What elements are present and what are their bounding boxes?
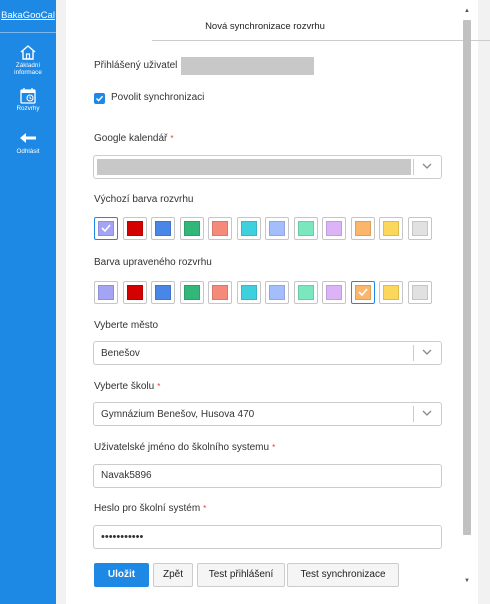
user-redacted bbox=[181, 57, 314, 75]
school-value: Gymnázium Benešov, Husova 470 bbox=[101, 409, 255, 420]
color-swatch-fill bbox=[98, 285, 114, 300]
username-label: Uživatelské jméno do školního systemu * bbox=[94, 442, 276, 453]
google-calendar-label: Google kalendář * bbox=[94, 133, 174, 144]
color-swatch[interactable] bbox=[236, 281, 261, 304]
color-swatch-fill bbox=[297, 285, 314, 300]
calendar-icon bbox=[20, 88, 36, 104]
sidebar-item-label: Odhlásit bbox=[16, 148, 40, 155]
enable-sync-label: Povolit synchronizaci bbox=[111, 92, 205, 103]
sidebar-item-schedules[interactable]: Rozvrhy bbox=[0, 87, 56, 112]
color-swatch-fill bbox=[383, 221, 399, 236]
modified-color-label: Barva upraveného rozvrhu bbox=[94, 257, 212, 268]
sidebar-item-basic-info[interactable]: Základní informace bbox=[0, 44, 56, 76]
color-swatch-fill bbox=[269, 285, 285, 300]
page-title: Nová synchronizace rozvrhu bbox=[205, 21, 325, 32]
color-swatch-fill bbox=[411, 285, 428, 300]
color-swatch-fill bbox=[354, 221, 371, 236]
color-swatch[interactable] bbox=[407, 217, 432, 240]
color-swatch[interactable] bbox=[379, 217, 403, 240]
arrow-left-icon bbox=[20, 133, 36, 143]
color-swatch-fill bbox=[126, 285, 143, 300]
color-swatch[interactable] bbox=[293, 281, 318, 304]
color-swatch-fill bbox=[155, 285, 171, 300]
color-swatch-fill bbox=[297, 221, 314, 236]
sidebar-item-logout[interactable]: Odhlásit bbox=[0, 131, 56, 155]
scroll-down-arrow-icon[interactable]: ▼ bbox=[464, 578, 470, 584]
scroll-up-arrow-icon[interactable]: ▲ bbox=[464, 8, 470, 14]
check-icon bbox=[101, 224, 111, 233]
test-login-button[interactable]: Test přihlášení bbox=[197, 563, 285, 587]
sidebar-item-label: Rozvrhy bbox=[16, 105, 40, 112]
color-swatch-fill bbox=[126, 221, 143, 236]
color-swatch[interactable] bbox=[293, 217, 318, 240]
password-input[interactable]: ••••••••••• bbox=[93, 525, 442, 549]
color-swatch-fill bbox=[183, 221, 200, 236]
color-swatch-fill bbox=[212, 221, 228, 236]
color-swatch-fill bbox=[183, 285, 200, 300]
chevron-down-icon bbox=[422, 410, 432, 416]
sidebar: BakaGooCal Základní informace Rozvrhy Od… bbox=[0, 0, 56, 604]
check-icon bbox=[357, 288, 368, 297]
check-icon bbox=[95, 95, 104, 102]
city-select[interactable]: Benešov bbox=[93, 341, 442, 365]
color-swatch-fill bbox=[212, 285, 228, 300]
color-swatch-fill bbox=[240, 221, 257, 236]
default-color-label: Výchozí barva rozvrhu bbox=[94, 194, 194, 205]
sidebar-divider bbox=[0, 32, 56, 33]
select-separator bbox=[413, 406, 414, 422]
color-swatch[interactable] bbox=[350, 281, 375, 304]
google-calendar-select[interactable] bbox=[93, 155, 442, 179]
color-swatch[interactable] bbox=[208, 217, 232, 240]
color-swatch[interactable] bbox=[151, 281, 175, 304]
school-select[interactable]: Gymnázium Benešov, Husova 470 bbox=[93, 402, 442, 426]
color-swatch[interactable] bbox=[179, 217, 204, 240]
scrollbar[interactable]: ▲ ▼ bbox=[462, 8, 472, 588]
color-swatch[interactable] bbox=[94, 217, 118, 240]
sidebar-item-label: Základní informace bbox=[14, 62, 42, 76]
color-swatch-fill bbox=[240, 285, 257, 300]
color-swatch[interactable] bbox=[151, 217, 175, 240]
test-sync-button[interactable]: Test synchronizace bbox=[287, 563, 399, 587]
password-label: Heslo pro školní systém * bbox=[94, 503, 207, 514]
home-icon bbox=[20, 45, 36, 60]
select-separator bbox=[413, 159, 414, 175]
color-swatch[interactable] bbox=[379, 281, 403, 304]
color-swatch[interactable] bbox=[350, 217, 375, 240]
color-swatch-fill bbox=[269, 221, 285, 236]
city-label: Vyberte město bbox=[94, 320, 159, 331]
color-swatch[interactable] bbox=[94, 281, 118, 304]
save-button[interactable]: Uložit bbox=[94, 563, 149, 587]
color-swatch[interactable] bbox=[322, 217, 346, 240]
scrollbar-thumb[interactable] bbox=[463, 20, 471, 535]
form-card: Nová synchronizace rozvrhu Přihlášený už… bbox=[66, 0, 490, 604]
school-label: Vyberte školu * bbox=[94, 381, 161, 392]
color-swatch-fill bbox=[411, 221, 428, 236]
google-calendar-redacted bbox=[97, 159, 411, 175]
color-swatch-fill bbox=[326, 221, 342, 236]
chevron-down-icon bbox=[422, 163, 432, 169]
title-divider bbox=[152, 40, 490, 41]
username-input[interactable]: Navak5896 bbox=[93, 464, 442, 488]
color-swatch[interactable] bbox=[236, 217, 261, 240]
chevron-down-icon bbox=[422, 349, 432, 355]
color-swatch[interactable] bbox=[122, 281, 147, 304]
city-value: Benešov bbox=[101, 348, 140, 359]
color-swatch-fill bbox=[383, 285, 399, 300]
back-button[interactable]: Zpět bbox=[153, 563, 193, 587]
color-swatch-fill bbox=[326, 285, 342, 300]
color-swatch[interactable] bbox=[179, 281, 204, 304]
color-swatch[interactable] bbox=[122, 217, 147, 240]
select-separator bbox=[413, 345, 414, 361]
brand-link[interactable]: BakaGooCal bbox=[0, 10, 56, 21]
user-label: Přihlášený uživatel bbox=[94, 60, 178, 71]
color-swatch[interactable] bbox=[208, 281, 232, 304]
color-swatch[interactable] bbox=[265, 281, 289, 304]
enable-sync-checkbox[interactable] bbox=[94, 93, 105, 104]
color-swatch-fill bbox=[155, 221, 171, 236]
color-swatch[interactable] bbox=[265, 217, 289, 240]
color-swatch[interactable] bbox=[322, 281, 346, 304]
color-swatch[interactable] bbox=[407, 281, 432, 304]
